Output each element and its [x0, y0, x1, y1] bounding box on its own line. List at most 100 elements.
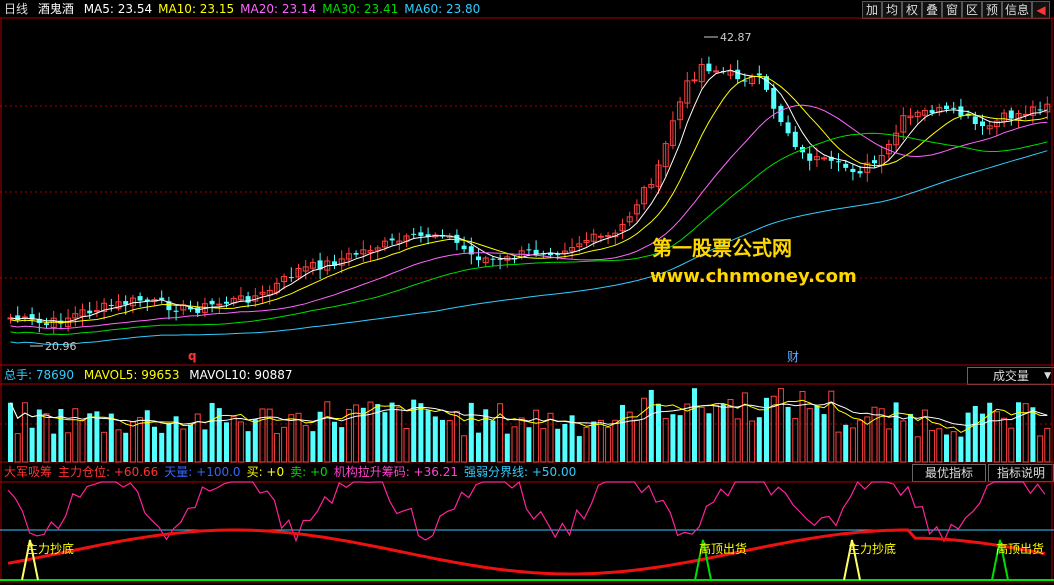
volume-bar [72, 408, 79, 463]
candle-up [821, 157, 828, 160]
volume-bar [965, 412, 971, 462]
volume-bar [547, 412, 554, 463]
candle-up [713, 70, 720, 73]
volume-bar [511, 426, 518, 463]
signal-label: 高顶出货 [996, 541, 1044, 556]
volume-bar [713, 404, 720, 463]
candle-up [605, 235, 612, 238]
volume-bar [785, 406, 791, 462]
volume-bar [777, 388, 784, 463]
volume-bar [302, 425, 309, 463]
volume-bar [79, 420, 86, 463]
volume-bar [403, 428, 410, 463]
candle-down [929, 110, 935, 113]
volume-bar [706, 413, 712, 462]
signal-label: 主力抄底 [26, 541, 74, 556]
volume-bar [432, 416, 438, 462]
volume-bar [662, 417, 669, 463]
candle-down [209, 300, 215, 305]
volume-bar [900, 420, 907, 463]
volume-bar [51, 433, 57, 462]
volume-bar [908, 413, 913, 462]
volume-bar [483, 409, 489, 462]
volume-bar [418, 403, 424, 462]
volume-bar [799, 390, 806, 463]
volume-panel [8, 388, 1051, 463]
watermark-title: 第一股票公式网 [652, 236, 792, 260]
volume-bar [497, 403, 504, 463]
volume-bar [540, 428, 547, 463]
volume-bar [814, 405, 820, 462]
institution-line [7, 480, 1046, 543]
volume-bar [36, 409, 42, 462]
candle-up [216, 303, 223, 306]
volume-bar [101, 431, 108, 463]
volume-bar [446, 420, 453, 463]
finance-marker[interactable]: 财 [787, 350, 799, 364]
volume-bar [245, 431, 251, 462]
volume-bar [633, 419, 640, 463]
volume-bar [597, 419, 604, 463]
candle-down [108, 304, 114, 306]
volume-bar [188, 424, 193, 462]
low-price-label: 20.96 [45, 340, 77, 353]
signal-label: 高顶出货 [699, 541, 747, 556]
candle-down [980, 121, 985, 127]
volume-bar [339, 427, 345, 462]
volume-bar [612, 419, 619, 463]
volume-bar [734, 418, 741, 463]
volume-bar [288, 414, 295, 463]
volume-bar [209, 402, 215, 462]
volume-bar [972, 405, 978, 462]
volume-bar [698, 406, 705, 463]
candle-down [526, 249, 532, 251]
volume-bar [94, 411, 100, 462]
volume-bar [626, 411, 633, 463]
volume-bar [389, 402, 395, 462]
volume-bar [43, 413, 50, 463]
volume-bar [987, 402, 993, 462]
candle-down [756, 73, 762, 76]
indicator-panel: 主力抄底 高顶出货 主力抄底 高顶出货 [7, 480, 1046, 581]
candle-down [735, 69, 741, 80]
volume-bar [252, 419, 258, 462]
volume-bar [518, 417, 525, 463]
volume-bar [202, 429, 208, 462]
candle-down [224, 301, 229, 304]
volume-bar [224, 422, 229, 462]
volume-bar [425, 410, 431, 462]
volume-bar [324, 401, 331, 463]
volume-bar [1016, 402, 1021, 462]
volume-bar [159, 432, 165, 462]
volume-bar [152, 426, 157, 462]
kline-chart[interactable]: 主力抄底 高顶出货 主力抄底 高顶出货 42.87 20.96 q 财 [0, 0, 1054, 585]
volume-bar [720, 403, 726, 462]
candle-up [597, 235, 604, 238]
candle-down [836, 161, 841, 163]
candle-down [706, 63, 712, 72]
candle-down [972, 116, 978, 125]
volume-bar [914, 436, 921, 463]
volume-bar [583, 426, 590, 463]
volume-bar [166, 423, 172, 462]
volume-bar [605, 426, 612, 463]
volume-bar [871, 406, 878, 463]
watermark-url: www.chnmoney.com [650, 266, 857, 287]
volume-bar [929, 429, 936, 463]
candle-down [533, 249, 539, 255]
volume-bar [936, 428, 943, 463]
volume-bar [129, 421, 136, 463]
candle-down [418, 232, 424, 236]
volume-bar [476, 432, 481, 462]
candle-down [1008, 110, 1014, 119]
volume-bar [692, 388, 697, 462]
volume-bar [382, 412, 388, 462]
volume-bar [310, 431, 316, 462]
candle-down [1037, 109, 1043, 111]
candle-down [843, 163, 849, 168]
volume-bar [281, 426, 288, 463]
candle-down [87, 310, 93, 314]
candle-down [454, 234, 460, 243]
volume-bar [490, 420, 496, 462]
volume-bar [741, 392, 748, 463]
